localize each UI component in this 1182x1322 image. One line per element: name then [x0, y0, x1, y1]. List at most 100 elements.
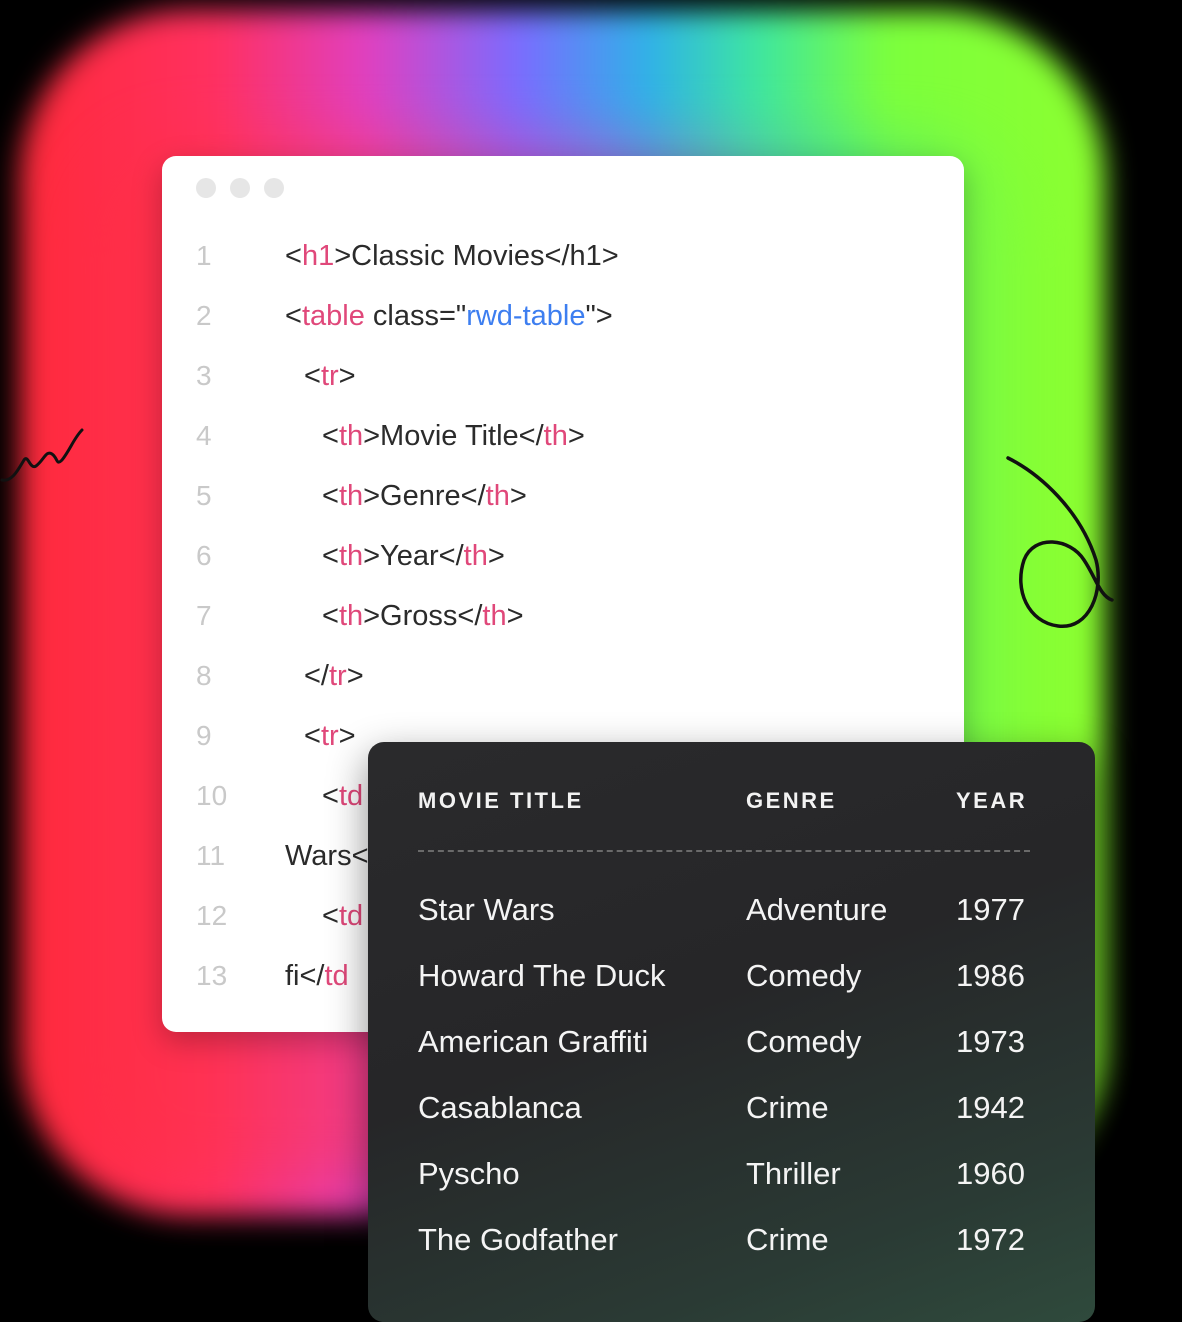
code-text: <tr>: [304, 360, 356, 393]
tag-name: th: [338, 480, 364, 512]
cell-title: Howard The Duck: [418, 958, 666, 993]
tag-name: th: [543, 420, 568, 452]
attribute-value: rwd-table: [466, 300, 586, 332]
code-text: <th>Year</th>: [322, 540, 505, 573]
rendered-table-card: MOVIE TITLE GENRE YEAR Star Wars Adventur…: [368, 742, 1095, 1322]
squiggle-doodle-left: [0, 428, 84, 482]
code-token: ">: [585, 300, 613, 332]
line-number: 11: [196, 840, 226, 871]
tag-name: table: [301, 300, 365, 332]
cell-year: 1972: [956, 1222, 1025, 1257]
code-text: <table class="rwd-table">: [285, 300, 613, 333]
cell-year: 1973: [956, 1024, 1025, 1059]
line-number: 13: [196, 960, 228, 991]
code-token: >: [506, 600, 524, 632]
table-row: Star Wars Adventure 1977: [418, 892, 1038, 932]
header-divider: [418, 850, 1030, 852]
code-token: class=": [364, 300, 467, 332]
code-text: <td: [322, 900, 363, 933]
code-token: <: [285, 300, 302, 332]
table-header-row: MOVIE TITLE GENRE YEAR: [418, 788, 1033, 818]
code-token: >Year</: [363, 540, 464, 572]
code-token: >: [338, 360, 356, 392]
code-token: <: [304, 720, 321, 752]
code-text: <h1>Classic Movies</h1>: [285, 240, 619, 273]
cell-genre: Thriller: [746, 1156, 841, 1191]
tag-name: td: [338, 780, 364, 812]
line-number: 9: [196, 720, 212, 751]
tag-name: th: [338, 420, 364, 452]
tag-name: h1: [301, 240, 335, 272]
line-number: 8: [196, 660, 212, 691]
code-token: Wars<: [285, 840, 369, 872]
code-text: Wars<: [285, 840, 369, 873]
code-text: <th>Movie Title</th>: [322, 420, 585, 453]
maximize-dot-icon[interactable]: [264, 178, 284, 198]
code-line: 7 <th>Gross</th>: [162, 588, 964, 648]
code-token: </: [304, 660, 329, 692]
tag-name: th: [463, 540, 488, 572]
tag-name: tr: [329, 660, 347, 692]
cell-title: Casablanca: [418, 1090, 582, 1125]
cell-year: 1942: [956, 1090, 1025, 1125]
tag-name: tr: [320, 720, 339, 752]
code-token: <: [322, 600, 339, 632]
line-number: 12: [196, 900, 228, 931]
tag-name: td: [324, 960, 349, 992]
tag-name: th: [338, 600, 364, 632]
code-token: <: [322, 900, 339, 932]
code-line: 3 <tr>: [162, 348, 964, 408]
code-token: >: [346, 660, 364, 692]
code-text: fi</td: [285, 960, 349, 993]
line-number: 5: [196, 480, 212, 511]
cell-genre: Crime: [746, 1222, 829, 1257]
tag-name: th: [338, 540, 364, 572]
table-row: Pyscho Thriller 1960: [418, 1156, 1038, 1196]
code-token: <: [322, 540, 339, 572]
code-text: <tr>: [304, 720, 356, 753]
column-header-genre: GENRE: [746, 788, 837, 813]
line-number: 7: [196, 600, 212, 631]
line-number: 10: [196, 780, 228, 811]
line-number: 4: [196, 420, 212, 451]
code-token: >Genre</: [363, 480, 486, 512]
table-row: Howard The Duck Comedy 1986: [418, 958, 1038, 998]
code-token: <: [322, 420, 339, 452]
code-line: 8 </tr>: [162, 648, 964, 708]
code-token: >: [487, 540, 505, 572]
code-token: <: [285, 240, 302, 272]
line-number: 1: [196, 240, 212, 271]
code-line: 4 <th>Movie Title</th>: [162, 408, 964, 468]
cell-title: Star Wars: [418, 892, 555, 927]
code-line: 5 <th>Genre</th>: [162, 468, 964, 528]
minimize-dot-icon[interactable]: [230, 178, 250, 198]
line-number: 2: [196, 300, 212, 331]
code-line: 1 <h1>Classic Movies</h1>: [162, 228, 964, 288]
tag-name: th: [482, 600, 507, 632]
tag-name: tr: [320, 360, 339, 392]
cell-year: 1960: [956, 1156, 1025, 1191]
code-text: <th>Gross</th>: [322, 600, 524, 633]
code-token: >: [509, 480, 527, 512]
code-token: <: [304, 360, 321, 392]
code-text: </tr>: [304, 660, 364, 693]
cell-year: 1986: [956, 958, 1025, 993]
loop-doodle-right: [1006, 456, 1114, 628]
table-row: The Godfather Crime 1972: [418, 1222, 1038, 1262]
line-number: 3: [196, 360, 212, 391]
code-token: >Classic Movies</h1>: [334, 240, 619, 272]
cell-genre: Comedy: [746, 958, 862, 993]
cell-title: Pyscho: [418, 1156, 520, 1191]
code-token: >: [567, 420, 585, 452]
cell-genre: Adventure: [746, 892, 888, 927]
code-text: <th>Genre</th>: [322, 480, 527, 513]
code-token: <: [322, 480, 339, 512]
code-token: fi</: [285, 960, 325, 992]
code-line: 6 <th>Year</th>: [162, 528, 964, 588]
code-token: <: [322, 780, 339, 812]
table-row: Casablanca Crime 1942: [418, 1090, 1038, 1130]
cell-genre: Comedy: [746, 1024, 862, 1059]
code-token: >: [338, 720, 356, 752]
close-dot-icon[interactable]: [196, 178, 216, 198]
table-row: American Graffiti Comedy 1973: [418, 1024, 1038, 1064]
